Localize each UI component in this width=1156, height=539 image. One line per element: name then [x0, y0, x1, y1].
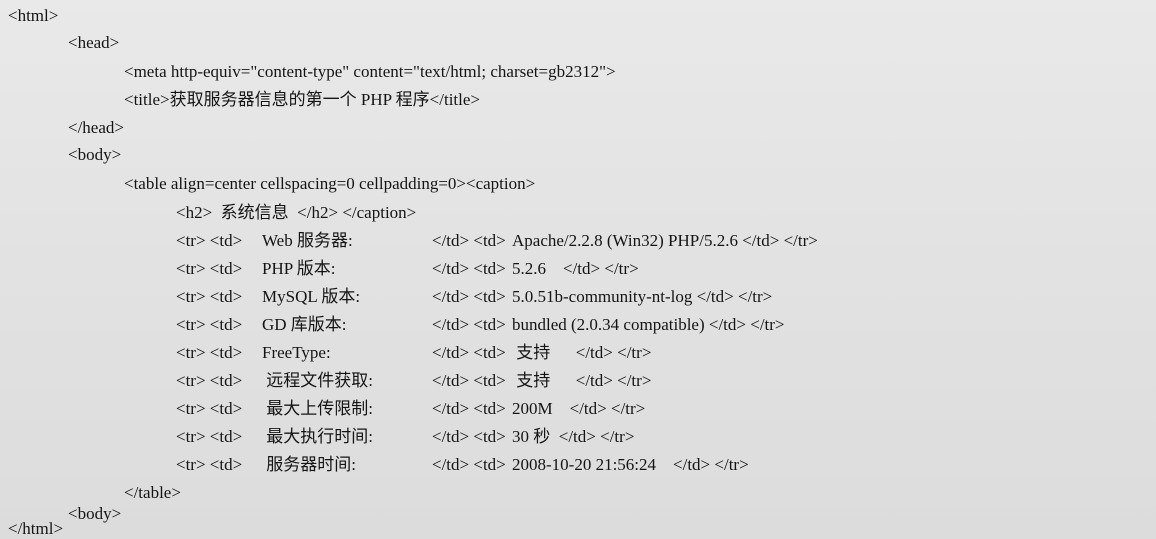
row-value: bundled (2.0.34 compatible) </td> </tr> — [512, 315, 785, 334]
row-value: 5.0.51b-community-nt-log </td> </tr> — [512, 287, 773, 306]
row-mid-tag: </td> <td> — [432, 343, 506, 362]
row-mid-tag: </td> <td> — [432, 315, 506, 334]
row-mid-tag: </td> <td> — [432, 427, 506, 446]
row-mid-tag: </td> <td> — [432, 287, 506, 306]
code-line-table-close: </table> — [124, 483, 181, 502]
code-line-head-close: </head> — [68, 118, 124, 137]
code-line-table-open: <table align=center cellspacing=0 cellpa… — [124, 174, 536, 193]
row-open-tag: <tr> <td> — [176, 371, 243, 390]
code-line-caption: <h2> 系统信息 </h2> </caption> — [176, 203, 417, 222]
row-open-tag: <tr> <td> — [176, 455, 243, 474]
row-label: 最大执行时间: — [262, 427, 373, 446]
row-mid-tag: </td> <td> — [432, 399, 506, 418]
row-open-tag: <tr> <td> — [176, 287, 243, 306]
row-open-tag: <tr> <td> — [176, 343, 243, 362]
row-label: MySQL 版本: — [262, 287, 361, 306]
row-mid-tag: </td> <td> — [432, 371, 506, 390]
row-open-tag: <tr> <td> — [176, 427, 243, 446]
code-line-html-open: <html> — [8, 6, 59, 25]
row-value: 支持 </td> </tr> — [512, 371, 652, 390]
row-value: 支持 </td> </tr> — [512, 343, 652, 362]
row-value: 30 秒 </td> </tr> — [512, 427, 635, 446]
row-value: 2008-10-20 21:56:24 </td> </tr> — [512, 455, 749, 474]
row-mid-tag: </td> <td> — [432, 259, 506, 278]
row-value: 200M </td> </tr> — [512, 399, 646, 418]
row-open-tag: <tr> <td> — [176, 259, 243, 278]
row-label: FreeType: — [262, 343, 331, 362]
bleed-through-text — [1010, 2, 1014, 19]
row-label: PHP 版本: — [262, 259, 336, 278]
row-label: Web 服务器: — [262, 231, 353, 250]
row-mid-tag: </td> <td> — [432, 231, 506, 250]
code-line-head-open: <head> — [68, 33, 120, 52]
row-open-tag: <tr> <td> — [176, 399, 243, 418]
row-label: 服务器时间: — [262, 455, 356, 474]
code-line-title: <title>获取服务器信息的第一个 PHP 程序</title> — [124, 90, 481, 109]
row-open-tag: <tr> <td> — [176, 231, 243, 250]
code-line-meta: <meta http-equiv="content-type" content=… — [124, 62, 616, 81]
row-label: GD 库版本: — [262, 315, 347, 334]
row-label: 最大上传限制: — [262, 399, 373, 418]
code-line-html-close: </html> — [8, 519, 64, 538]
row-value: 5.2.6 </td> </tr> — [512, 259, 639, 278]
code-line-body-close: <body> — [68, 504, 122, 523]
row-open-tag: <tr> <td> — [176, 315, 243, 334]
code-listing: <html> <head> <meta http-equiv="content-… — [0, 0, 1156, 539]
row-mid-tag: </td> <td> — [432, 455, 506, 474]
code-line-body-open: <body> — [68, 145, 122, 164]
row-label: 远程文件获取: — [262, 371, 373, 390]
row-value: Apache/2.2.8 (Win32) PHP/5.2.6 </td> </t… — [512, 231, 818, 250]
